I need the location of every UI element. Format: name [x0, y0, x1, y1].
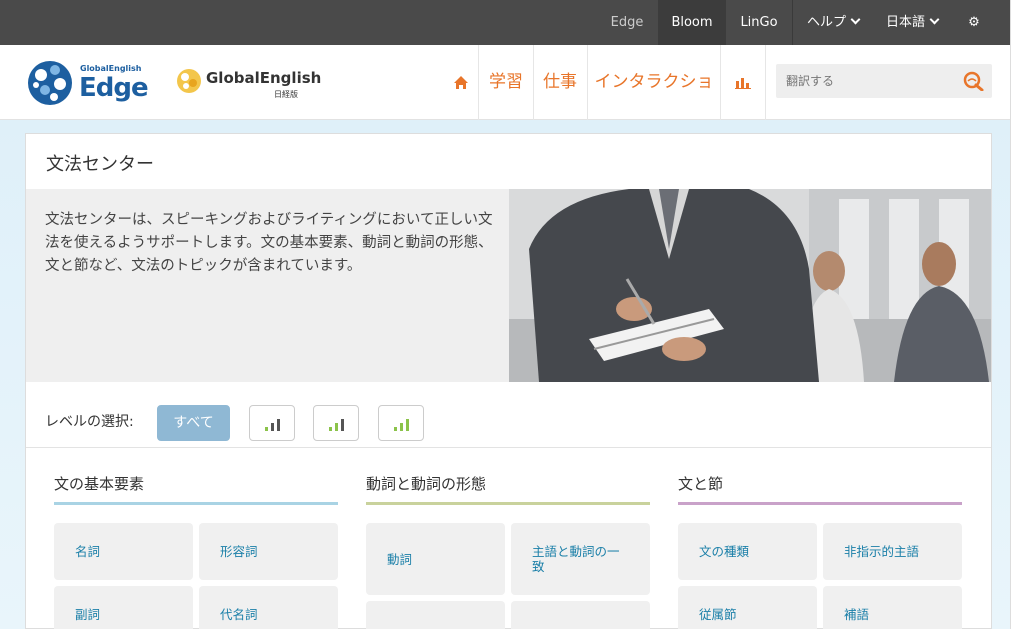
divider — [478, 45, 479, 120]
category-title: 動詞と動詞の形態 — [366, 475, 487, 493]
language-label: 日本語 — [885, 15, 925, 30]
help-label: ヘルプ — [806, 15, 846, 30]
scrollbar[interactable] — [1010, 0, 1024, 629]
category-title: 文の基本要素 — [54, 475, 145, 493]
globalenglish-logo: GlobalEnglish 日経版 — [176, 64, 321, 104]
ge-logo-text: GlobalEnglish — [206, 69, 322, 87]
chevron-down-icon — [850, 14, 861, 25]
level-selector: レベルの選択: すべて — [26, 382, 991, 448]
grammar-center-panel: 文法センター 文法センターは、スピーキングおよびライティングにおいて正しい文法を… — [25, 133, 992, 629]
topic-tile[interactable]: 動詞 — [366, 523, 505, 595]
level-2-button[interactable] — [313, 405, 359, 441]
level-high-icon — [394, 419, 409, 431]
topic-tile[interactable]: 従属節 — [678, 586, 817, 629]
divider — [720, 45, 721, 120]
translate-bubble-icon[interactable] — [962, 71, 984, 91]
topic-tile[interactable]: 補語 — [823, 586, 962, 629]
settings-button[interactable]: ⚙ — [956, 0, 992, 45]
level-1-button[interactable] — [249, 405, 295, 441]
category-underline — [678, 502, 962, 505]
category-underline — [366, 502, 650, 505]
help-menu[interactable]: ヘルプ — [800, 0, 866, 45]
nav-stats[interactable] — [722, 45, 764, 120]
hero-description: 文法センターは、スピーキングおよびライティングにおいて正しい文法を使えるようサポ… — [45, 212, 493, 274]
edge-link[interactable]: Edge — [596, 0, 658, 45]
lingo-link[interactable]: LinGo — [726, 0, 792, 45]
topic-tile[interactable]: 非指示的主語 — [823, 523, 962, 580]
nav-home[interactable] — [444, 45, 478, 120]
topic-tile[interactable]: 文の種類 — [678, 523, 817, 580]
topic-tile[interactable]: 主語と動詞の一致 — [511, 523, 650, 595]
page-title: 文法センター — [46, 154, 154, 175]
top-bar: Edge Bloom LinGo ヘルプ 日本語 ⚙ — [0, 0, 1010, 45]
ge-logo-subtext: 日経版 — [274, 90, 298, 99]
globe-logo-icon — [177, 69, 201, 93]
nav-interaction[interactable]: インタラクション — [588, 45, 720, 167]
bloom-link[interactable]: Bloom — [658, 0, 726, 45]
level-label: レベルの選択: — [45, 414, 134, 430]
translate-search — [776, 64, 992, 98]
topic-tile[interactable] — [366, 601, 505, 629]
nav-study[interactable]: 学習 — [480, 45, 532, 120]
language-menu[interactable]: 日本語 — [876, 0, 948, 45]
level-3-button[interactable] — [378, 405, 424, 441]
divider — [765, 45, 766, 120]
header: GlobalEnglish Edge GlobalEnglish 日経版 学習 … — [0, 45, 1010, 167]
edge-logo[interactable]: GlobalEnglish Edge — [27, 58, 157, 108]
translate-input[interactable] — [776, 64, 956, 98]
logo-small-text: GlobalEnglish — [80, 64, 142, 73]
hero-photo — [509, 189, 991, 382]
hero-section: 文法センターは、スピーキングおよびライティングにおいて正しい文法を使えるようサポ… — [26, 189, 991, 382]
category-underline — [54, 502, 338, 505]
topic-tile[interactable] — [511, 601, 650, 629]
nav-work[interactable]: 仕事 — [534, 45, 586, 120]
level-all-button[interactable]: すべて — [157, 405, 230, 441]
topic-tile[interactable]: 代名詞 — [199, 586, 338, 629]
topic-tile[interactable]: 副詞 — [54, 586, 193, 629]
chevron-down-icon — [929, 14, 940, 25]
topic-tile[interactable]: 名詞 — [54, 523, 193, 580]
home-icon — [454, 75, 468, 89]
divider — [792, 0, 793, 45]
logo-big-text: Edge — [79, 73, 149, 103]
bar-chart-icon — [735, 78, 751, 89]
level-low-icon — [265, 419, 280, 431]
level-mid-icon — [329, 419, 344, 431]
gear-icon: ⚙ — [968, 15, 980, 30]
topic-tile[interactable]: 形容詞 — [199, 523, 338, 580]
category-title: 文と節 — [678, 475, 724, 493]
